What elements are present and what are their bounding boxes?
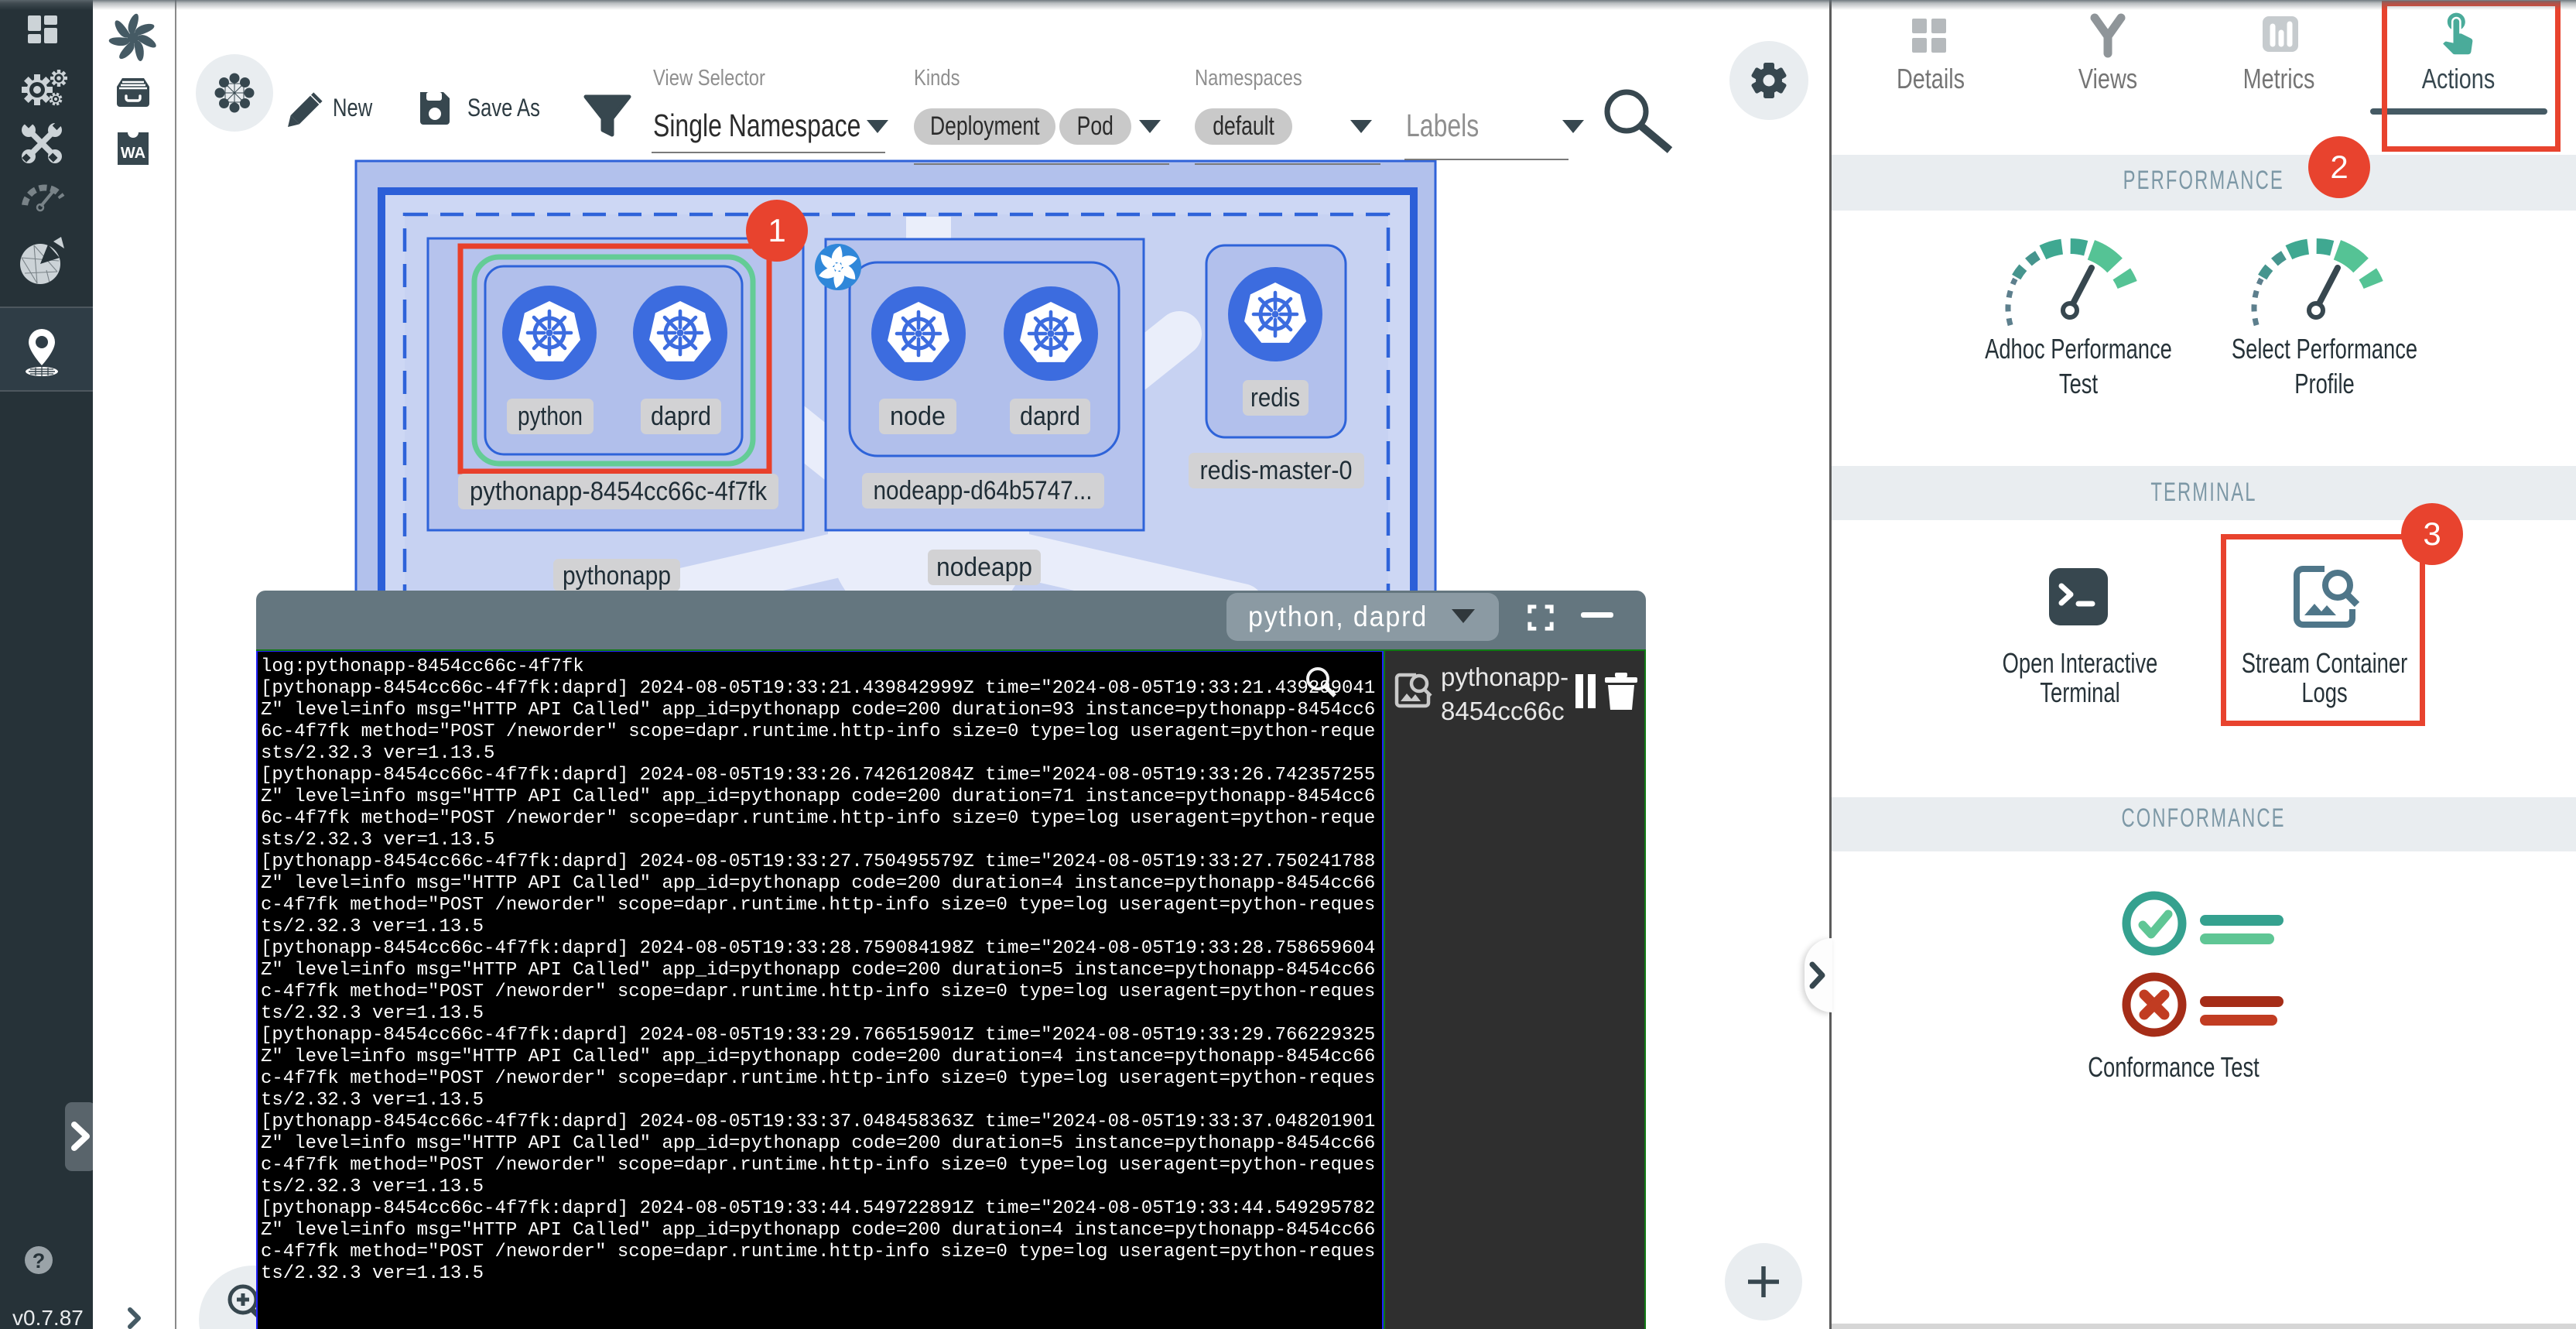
svg-text:redis-master-0: redis-master-0	[1200, 456, 1353, 485]
svg-text:1: 1	[768, 212, 785, 248]
svg-text:python: python	[518, 402, 583, 431]
svg-text:nodeapp-d64b5747...: nodeapp-d64b5747...	[874, 476, 1093, 505]
svg-text:node: node	[890, 402, 946, 431]
svg-text:daprd: daprd	[651, 402, 711, 431]
svg-text:?: ?	[32, 1249, 46, 1272]
svg-text:pythonapp: pythonapp	[563, 561, 671, 591]
svg-text:v0.7.87: v0.7.87	[12, 1306, 84, 1329]
svg-text:nodeapp: nodeapp	[936, 553, 1032, 582]
svg-text:WA: WA	[121, 145, 145, 162]
svg-text:daprd: daprd	[1020, 402, 1080, 431]
svg-text:redis: redis	[1250, 383, 1300, 413]
svg-text:pythonapp-8454cc66c-4f7fk: pythonapp-8454cc66c-4f7fk	[470, 477, 768, 506]
